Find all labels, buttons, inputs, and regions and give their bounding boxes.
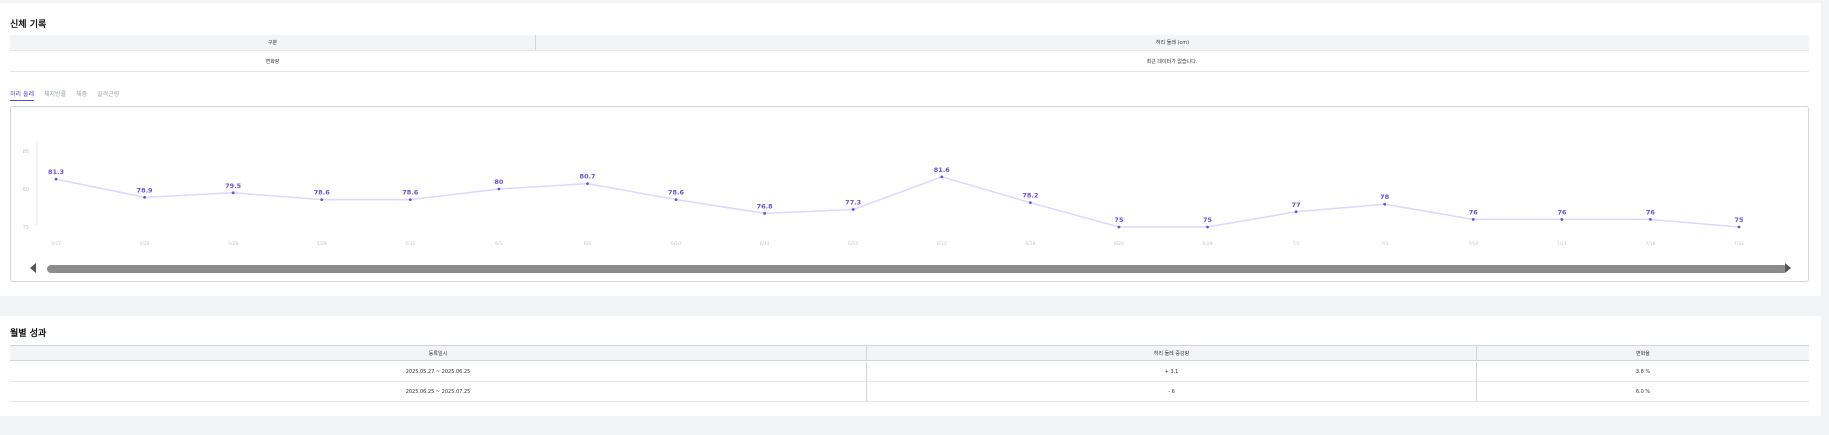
- body-record-title: 신체 기록: [10, 20, 47, 30]
- x-tick-label: 6/18: [1025, 241, 1035, 247]
- x-tick-label: 5/28: [228, 241, 238, 247]
- data-label: 81.3: [48, 168, 64, 176]
- cell-change-rate: 3.8 %: [1476, 362, 1809, 381]
- chart-svg: 85 80 75 81.3 5/27 78.9 5/28 79.5 5/28 78.6 5/29 78…: [23, 142, 1744, 247]
- cell-waist-change: - 6: [866, 382, 1476, 401]
- data-point: [1206, 225, 1209, 229]
- tab-weight[interactable]: 체중: [76, 89, 87, 101]
- data-point: [1471, 218, 1475, 221]
- x-tick-label: 5/31: [405, 241, 415, 247]
- data-point: [674, 198, 678, 202]
- data-label: 79.5: [225, 182, 242, 190]
- y-tick-label: 75: [23, 225, 29, 231]
- data-point: [586, 182, 589, 186]
- table-row: 2025.05.27 ~ 2025.06.25 + 3.1 3.8 %: [10, 362, 1809, 382]
- table-row: 2025.06.25 ~ 2025.07.25 - 6 6.0 %: [10, 382, 1809, 402]
- data-point: [1028, 201, 1032, 205]
- data-point: [320, 198, 324, 202]
- x-tick-label: 6/5: [584, 241, 591, 247]
- data-point: [1560, 218, 1564, 221]
- data-point: [497, 187, 501, 191]
- data-point: [1294, 210, 1298, 214]
- header-date: 등록일시: [428, 350, 448, 357]
- chart-scroll-left-button[interactable]: [30, 263, 36, 273]
- x-tick-label: 6/15: [937, 241, 947, 247]
- cell-waist-change: + 3.1: [866, 362, 1476, 381]
- tab-muscle[interactable]: 골격근량: [97, 89, 119, 101]
- body-record-card: 신체 기록 구분 허리 둘레 (cm) 변화량 최근 데이터가 없습니다. 허리…: [0, 3, 1821, 296]
- data-point: [1737, 225, 1741, 229]
- x-tick-label: 5/27: [51, 241, 61, 247]
- cell-date: 2025.05.27 ~ 2025.06.25: [405, 368, 471, 375]
- data-label: 75: [1203, 216, 1213, 224]
- x-tick-label: 7/2: [1292, 241, 1299, 247]
- data-label: 81.6: [934, 166, 951, 174]
- row-label-change: 변화량: [265, 59, 280, 65]
- chart-scroll-right-button[interactable]: [1785, 263, 1791, 273]
- data-point: [1649, 218, 1652, 221]
- x-tick-label: 7/3: [1381, 241, 1388, 247]
- tab-body-fat[interactable]: 체지방률: [44, 89, 66, 101]
- data-label: 75: [1734, 216, 1744, 224]
- header-waist: 허리 둘레 (cm): [535, 35, 1809, 50]
- y-tick-label: 85: [23, 149, 29, 155]
- data-label: 78: [1380, 193, 1390, 201]
- x-tick-label: 6/15: [848, 241, 858, 247]
- data-label: 76: [1646, 208, 1656, 216]
- x-tick-label: 7/11: [1557, 241, 1567, 247]
- data-label: 76: [1469, 208, 1479, 216]
- data-point: [231, 191, 235, 195]
- data-label: 80: [494, 178, 504, 186]
- cell-change-rate: 6.0 %: [1476, 382, 1809, 401]
- data-label: 78.9: [137, 186, 154, 194]
- monthly-table-header: 등록일시 허리 둘레 증감량 변화율: [10, 345, 1809, 361]
- header-change-rate: 변화율: [1476, 346, 1809, 360]
- waist-series-line: [55, 176, 1740, 228]
- data-label: 78.6: [402, 189, 419, 197]
- y-tick-label: 80: [23, 187, 29, 193]
- x-tick-label: 6/10: [671, 241, 681, 247]
- x-tick-label: 5/29: [317, 241, 327, 247]
- data-point: [54, 177, 58, 181]
- x-tick-label: 7/18: [1645, 241, 1655, 247]
- data-point: [940, 175, 944, 179]
- tab-waist[interactable]: 허리 둘레: [10, 89, 34, 101]
- x-tick-label: 5/28: [140, 241, 150, 247]
- data-point: [1383, 202, 1387, 206]
- monthly-title: 월별 성과: [10, 329, 47, 339]
- header-waist-change: 허리 둘레 증감량: [866, 346, 1476, 360]
- x-tick-label: 6/1: [495, 241, 502, 247]
- cell-date: 2025.06.25 ~ 2025.07.25: [405, 388, 471, 395]
- data-label: 76.8: [757, 202, 774, 210]
- x-tick-label: 6/20: [1114, 241, 1124, 247]
- x-tick-label: 7/10: [1468, 241, 1478, 247]
- data-label: 76: [1557, 208, 1567, 216]
- data-point: [1117, 225, 1121, 229]
- x-tick-label: 6/29: [1202, 241, 1212, 247]
- data-label: 80.7: [579, 173, 595, 181]
- data-label: 78.6: [314, 189, 331, 197]
- x-tick-label: 7/22: [1734, 241, 1744, 247]
- row-value-empty: 최근 데이터가 없습니다.: [1146, 59, 1198, 65]
- chart-scrollbar[interactable]: [47, 265, 1787, 273]
- metric-tabs: 허리 둘레 체지방률 체중 골격근량: [10, 89, 119, 101]
- waist-chart: 85 80 75 81.3 5/27 78.9 5/28 79.5 5/28 78.6 5/29 78…: [10, 106, 1809, 282]
- monthly-performance-card: 월별 성과 등록일시 허리 둘레 증감량 변화율 2025.05.27 ~ 20…: [0, 316, 1821, 416]
- data-label: 77: [1292, 201, 1301, 209]
- header-category: 구분: [267, 40, 278, 46]
- body-record-table-header: 구분 허리 둘레 (cm): [10, 35, 1809, 51]
- x-tick-label: 6/11: [760, 241, 770, 247]
- data-label: 78.6: [668, 189, 685, 197]
- data-label: 75: [1114, 216, 1124, 224]
- data-point: [763, 211, 767, 215]
- data-point: [408, 198, 412, 202]
- body-record-row: 변화량 최근 데이터가 없습니다.: [10, 52, 1809, 72]
- data-point: [851, 208, 855, 211]
- data-label: 78.2: [1022, 192, 1038, 200]
- data-label: 77.3: [845, 199, 861, 207]
- data-point: [143, 195, 146, 199]
